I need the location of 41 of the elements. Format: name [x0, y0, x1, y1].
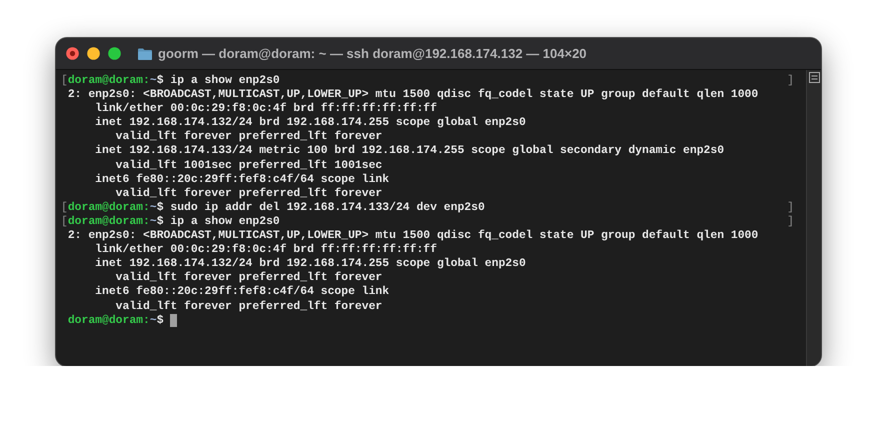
- command-text: sudo ip addr del 192.168.174.133/24 dev enp2s0: [169, 200, 485, 215]
- output-line: inet 192.168.174.132/24 brd 192.168.174.255 scope global enp2s0: [94, 257, 526, 272]
- output-line: valid_lft forever preferred_lft forever: [114, 130, 382, 144]
- prompt-symbol: $: [156, 214, 164, 230]
- prompt-user: doram@doram:: [68, 200, 150, 215]
- output-line: link/ether 00:0c:29:f8:0c:4f brd ff:ff:ff:ff:ff:ff: [94, 102, 437, 116]
- output-line: inet 192.168.174.133/24 metric 100 brd 192.168.174.255 scope global secondary dynamic enp2s0: [94, 144, 724, 159]
- prompt-user: doram@doram:: [68, 74, 150, 88]
- prompt-path: ~: [150, 200, 157, 215]
- output-line: inet6 fe80::20c:29ff:fef8:c4f/64 scope link: [94, 285, 390, 300]
- prompt-symbol: $: [156, 200, 164, 215]
- bracket-mark: [: [61, 214, 68, 230]
- output-line: inet6 fe80::20c:29ff:fef8:c4f/64 scope link: [94, 172, 390, 187]
- prompt-path: ~: [150, 214, 157, 230]
- marks-icon[interactable]: [808, 72, 820, 83]
- prompt-user: doram@doram:: [68, 314, 150, 328]
- bracket-mark: ]: [787, 74, 794, 88]
- bracket-mark: [: [61, 74, 68, 88]
- output-line: inet 192.168.174.132/24 brd 192.168.174.255 scope global enp2s0: [94, 116, 526, 130]
- output-line: valid_lft forever preferred_lft forever: [114, 271, 382, 286]
- output-line: valid_lft 1001sec preferred_lft 1001sec: [114, 158, 382, 173]
- output-line: 2: enp2s0: <BROADCAST,MULTICAST,UP,LOWER_UP> mtu 1500 qdisc fq_codel state UP group default qlen 1000: [68, 229, 758, 244]
- minimize-icon[interactable]: [87, 47, 100, 60]
- prompt-path: ~: [150, 74, 157, 88]
- prompt-symbol: $: [156, 74, 164, 88]
- bracket-mark: [: [61, 200, 68, 215]
- bracket-mark: ]: [787, 214, 794, 230]
- zoom-icon[interactable]: [108, 47, 121, 60]
- command-text: ip a show enp2s0: [169, 74, 280, 88]
- output-line: 2: enp2s0: <BROADCAST,MULTICAST,UP,LOWER_UP> mtu 1500 qdisc fq_codel state UP group default qlen 1000: [68, 88, 758, 102]
- output-line: valid_lft forever preferred_lft forever: [114, 186, 382, 201]
- prompt-symbol: $: [156, 314, 164, 328]
- command-text: ip a show enp2s0: [169, 214, 280, 230]
- bracket-mark: ]: [787, 200, 794, 215]
- close-icon[interactable]: [66, 47, 79, 60]
- prompt-path: ~: [150, 314, 157, 328]
- output-line: link/ether 00:0c:29:f8:0c:4f brd ff:ff:ff:ff:ff:ff: [94, 243, 437, 258]
- folder-icon: [138, 48, 152, 60]
- window-title: goorm — doram@doram: ~ — ssh doram@192.168.174.132 — 104×20: [158, 46, 587, 61]
- prompt-user: doram@doram:: [68, 214, 150, 230]
- output-line: valid_lft forever preferred_lft forever: [114, 300, 382, 314]
